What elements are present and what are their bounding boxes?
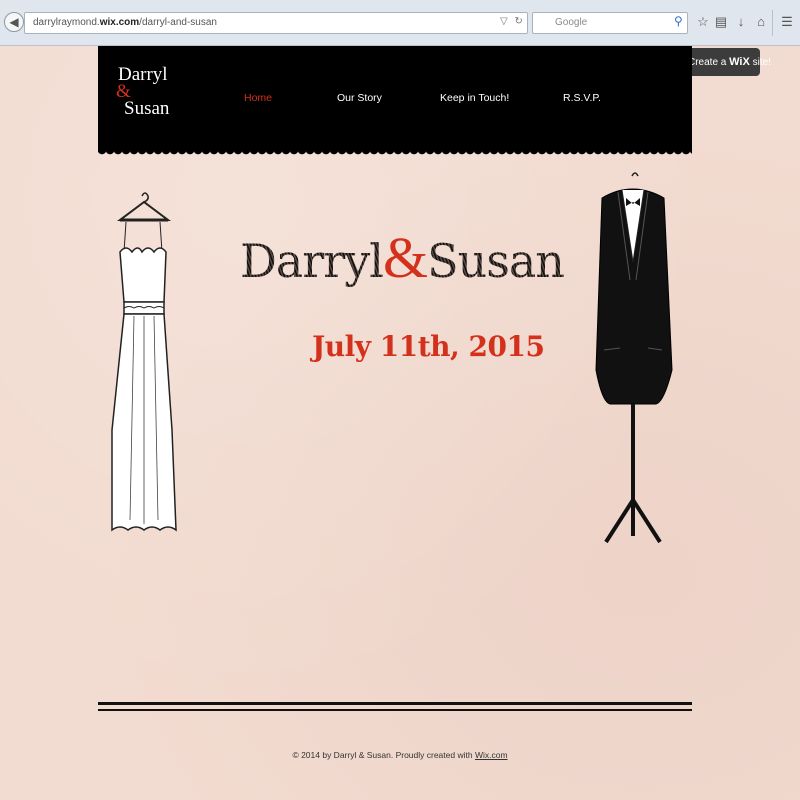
tuxedo-image — [595, 172, 673, 544]
wix-badge-suffix: site! — [752, 57, 771, 68]
nav-rsvp[interactable]: R.S.V.P. — [563, 92, 601, 104]
nav-our-story[interactable]: Our Story — [337, 92, 382, 104]
reading-list-icon[interactable]: ▤ — [712, 12, 730, 32]
footer-divider-top — [98, 702, 692, 705]
title-second-name: Susan — [427, 234, 565, 288]
site-footer: © 2014 by Darryl & Susan. Proudly create… — [0, 750, 800, 760]
wedding-dress-image — [111, 192, 177, 532]
footer-divider-bottom — [98, 709, 692, 711]
url-bar-icons: ▽ ↻ — [500, 12, 530, 34]
url-prefix: darrylraymond. — [33, 17, 100, 28]
title-ampersand: & — [382, 225, 428, 290]
wedding-date: July 11th, 2015 — [312, 330, 545, 363]
footer-copyright: © 2014 by Darryl & Susan. Proudly create… — [292, 750, 475, 760]
wix-badge-brand: WiX — [729, 56, 750, 68]
toolbar-separator — [772, 10, 773, 36]
url-path: /darryl-and-susan — [139, 17, 217, 28]
nav-home[interactable]: Home — [244, 92, 272, 104]
menu-icon[interactable]: ☰ — [778, 12, 796, 32]
back-arrow-icon[interactable]: ◀ — [4, 12, 24, 32]
browser-toolbar: ◀ darrylraymond.wix.com/darryl-and-susan… — [0, 0, 800, 46]
search-input[interactable]: Google — [532, 12, 688, 34]
download-icon[interactable]: ↓ — [732, 12, 750, 32]
title-first-name: Darryl — [240, 234, 384, 288]
wix-badge-prefix: Create a — [688, 57, 727, 68]
couple-names-title: Darryl&Susan — [240, 218, 565, 298]
star-icon[interactable]: ☆ — [694, 12, 712, 32]
nav-keep-in-touch[interactable]: Keep in Touch! — [440, 92, 509, 104]
home-icon[interactable]: ⌂ — [752, 12, 770, 32]
footer-wix-link[interactable]: Wix.com — [475, 750, 508, 760]
header-scalloped-edge — [98, 150, 692, 158]
logo-line2: Susan — [124, 98, 170, 119]
page-background: X Create a WiX site! Darryl & Susan Home… — [0, 46, 800, 800]
url-domain: wix.com — [99, 17, 140, 28]
reload-icon[interactable]: ↻ — [514, 16, 522, 27]
address-bar[interactable]: darrylraymond.wix.com/darryl-and-susan — [24, 12, 528, 34]
site-logo[interactable]: Darryl & Susan — [116, 64, 188, 128]
search-magnifier-icon[interactable]: ⚲ — [674, 14, 683, 28]
dropdown-arrow-icon[interactable]: ▽ — [500, 16, 508, 27]
